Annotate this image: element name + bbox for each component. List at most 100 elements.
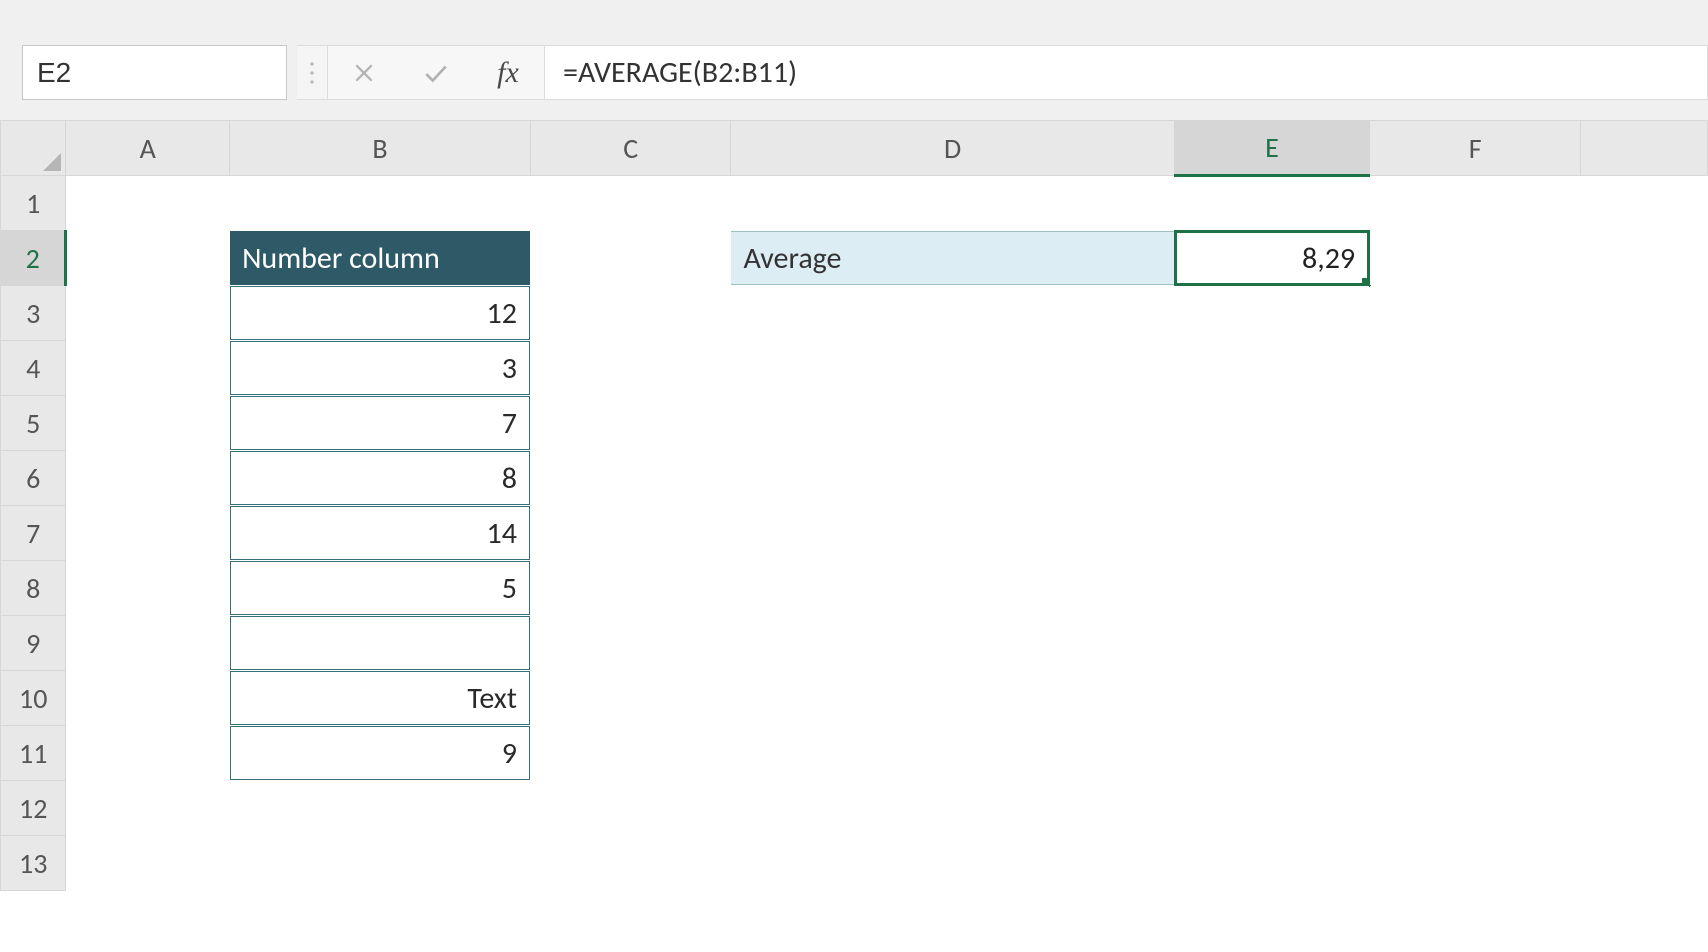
cell[interactable] xyxy=(530,286,731,341)
cell[interactable] xyxy=(66,726,230,781)
cell[interactable] xyxy=(1581,616,1708,671)
cell[interactable]: Text xyxy=(230,671,531,726)
cell[interactable] xyxy=(1581,396,1708,451)
cell[interactable] xyxy=(1370,231,1581,286)
cell[interactable] xyxy=(1174,836,1369,891)
col-header-D[interactable]: D xyxy=(731,121,1174,176)
cell[interactable] xyxy=(66,396,230,451)
cell[interactable] xyxy=(1581,176,1708,231)
cell[interactable]: 5 xyxy=(230,561,531,616)
cell[interactable] xyxy=(530,726,731,781)
row-header-4[interactable]: 4 xyxy=(1,341,66,396)
number-column-cell[interactable]: 3 xyxy=(230,341,530,395)
cell[interactable] xyxy=(66,836,230,891)
select-all-corner[interactable] xyxy=(1,121,66,176)
grip-separator[interactable] xyxy=(297,45,327,100)
number-column-header[interactable]: Number column xyxy=(230,231,530,285)
cell[interactable] xyxy=(1370,451,1581,506)
cell[interactable] xyxy=(731,286,1174,341)
cell[interactable] xyxy=(731,781,1174,836)
cell[interactable] xyxy=(1581,726,1708,781)
cell[interactable] xyxy=(1370,836,1581,891)
cell[interactable] xyxy=(1174,506,1369,561)
cell[interactable] xyxy=(66,671,230,726)
cell[interactable] xyxy=(230,836,531,891)
number-column-cell[interactable]: Text xyxy=(230,671,530,725)
cell[interactable] xyxy=(1174,451,1369,506)
cell[interactable] xyxy=(530,231,731,286)
cell[interactable] xyxy=(1581,286,1708,341)
cell[interactable] xyxy=(66,231,230,286)
col-header-B[interactable]: B xyxy=(230,121,531,176)
cell[interactable] xyxy=(66,451,230,506)
cell[interactable] xyxy=(1581,451,1708,506)
cell[interactable] xyxy=(66,176,230,231)
cell[interactable] xyxy=(731,451,1174,506)
formula-input[interactable] xyxy=(545,45,1708,100)
cell[interactable] xyxy=(530,396,731,451)
col-header-E[interactable]: E xyxy=(1174,121,1369,176)
cell[interactable]: Number column xyxy=(230,231,531,286)
cell[interactable]: 8,29 xyxy=(1174,231,1369,286)
cell[interactable] xyxy=(1581,671,1708,726)
cell[interactable] xyxy=(1174,726,1369,781)
col-header-blank[interactable] xyxy=(1581,121,1708,176)
cell[interactable] xyxy=(530,451,731,506)
cell[interactable] xyxy=(1581,341,1708,396)
cell[interactable] xyxy=(1581,231,1708,286)
number-column-cell[interactable] xyxy=(230,616,530,670)
insert-function-button[interactable]: fx xyxy=(472,46,544,99)
row-header-11[interactable]: 11 xyxy=(1,726,66,781)
col-header-F[interactable]: F xyxy=(1370,121,1581,176)
row-header-13[interactable]: 13 xyxy=(1,836,66,891)
cell[interactable] xyxy=(1581,561,1708,616)
cell[interactable] xyxy=(731,396,1174,451)
cell[interactable] xyxy=(530,561,731,616)
cell[interactable] xyxy=(530,836,731,891)
number-column-cell[interactable]: 12 xyxy=(230,286,530,340)
cell[interactable] xyxy=(1174,616,1369,671)
cell[interactable] xyxy=(66,506,230,561)
row-header-6[interactable]: 6 xyxy=(1,451,66,506)
cell[interactable] xyxy=(1370,781,1581,836)
cell[interactable] xyxy=(1370,286,1581,341)
cell[interactable] xyxy=(1581,506,1708,561)
cell[interactable] xyxy=(1370,341,1581,396)
cell[interactable] xyxy=(1174,341,1369,396)
row-header-1[interactable]: 1 xyxy=(1,176,66,231)
cell[interactable] xyxy=(66,286,230,341)
cell[interactable] xyxy=(66,561,230,616)
col-header-C[interactable]: C xyxy=(530,121,731,176)
cell[interactable] xyxy=(1174,781,1369,836)
cell[interactable] xyxy=(530,341,731,396)
cell[interactable] xyxy=(1370,671,1581,726)
cell[interactable] xyxy=(1174,671,1369,726)
row-header-2[interactable]: 2 xyxy=(1,231,66,286)
selected-cell[interactable]: 8,29 xyxy=(1174,230,1370,286)
cell[interactable] xyxy=(1370,726,1581,781)
cell[interactable] xyxy=(1370,561,1581,616)
row-header-3[interactable]: 3 xyxy=(1,286,66,341)
cell[interactable]: 8 xyxy=(230,451,531,506)
row-header-8[interactable]: 8 xyxy=(1,561,66,616)
row-header-12[interactable]: 12 xyxy=(1,781,66,836)
number-column-cell[interactable]: 14 xyxy=(230,506,530,560)
cell[interactable] xyxy=(530,506,731,561)
cell[interactable] xyxy=(530,781,731,836)
cell[interactable] xyxy=(1370,396,1581,451)
spreadsheet-grid[interactable]: A B C D E F 12Number columnAverage8,2931… xyxy=(0,120,1708,952)
cell[interactable]: 7 xyxy=(230,396,531,451)
average-label[interactable]: Average xyxy=(731,231,1173,285)
cell[interactable] xyxy=(530,616,731,671)
cell[interactable] xyxy=(66,616,230,671)
row-header-7[interactable]: 7 xyxy=(1,506,66,561)
cell[interactable] xyxy=(731,616,1174,671)
cell[interactable] xyxy=(731,726,1174,781)
row-header-9[interactable]: 9 xyxy=(1,616,66,671)
cell[interactable]: 14 xyxy=(230,506,531,561)
cell[interactable] xyxy=(1370,176,1581,231)
cell[interactable] xyxy=(1581,781,1708,836)
cell[interactable] xyxy=(530,671,731,726)
cell[interactable]: 12 xyxy=(230,286,531,341)
cell[interactable] xyxy=(1174,286,1369,341)
